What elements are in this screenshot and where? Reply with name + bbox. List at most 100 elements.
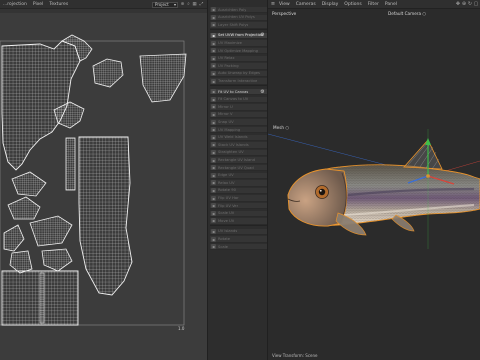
viewport-menu-panel[interactable]: Panel (382, 2, 400, 7)
uv-island-fin-a (11, 171, 47, 197)
command-item[interactable]: ▪ Set UVW from Projection ⚙ (210, 32, 267, 40)
uv-island-fin-c (29, 215, 73, 247)
magnet-icon[interactable]: ⊕ (180, 2, 185, 7)
command-item[interactable]: ▪ Transform Interactive (210, 78, 267, 85)
maximize-icon[interactable]: ▢ (473, 1, 479, 7)
command-label: Scale UV (218, 211, 235, 216)
command-item[interactable]: ▪ Auto Unwrap by Edges (210, 70, 267, 78)
uv-projection-dropdown[interactable]: Project ▾ (152, 1, 178, 8)
command-item[interactable]: ▪ Fit UV to Canvas ⚙ (210, 89, 267, 96)
grid-icon[interactable]: ▦ (192, 2, 197, 7)
command-item[interactable]: ▪ Fit Canvas to UV (210, 96, 267, 103)
command-icon: ▪ (211, 210, 216, 216)
command-item[interactable]: ▪ Flip UV Ver (210, 203, 267, 210)
command-icon: ▪ (211, 70, 216, 76)
command-icon: ▪ (211, 111, 216, 117)
command-label: UV Relax (218, 56, 235, 61)
viewport-menu-display[interactable]: Display (319, 2, 342, 7)
uv-projection-value: Project (155, 1, 169, 7)
command-item[interactable]: ▪ Scale UV (210, 210, 267, 217)
command-item[interactable]: ▪ UV Relax (210, 55, 267, 62)
viewport-menu-view[interactable]: View (276, 2, 293, 7)
command-item[interactable]: ▪ Straighten UV (210, 149, 267, 157)
command-icon: ▪ (211, 195, 216, 201)
command-label: Snap UV (218, 120, 234, 125)
uv-editor-panel: ...rojection Pixel Textures Project ▾ ⊕ … (0, 0, 207, 360)
command-label: UV Packing (218, 63, 239, 68)
command-item[interactable]: ▪ Flip UV Hor (210, 195, 267, 202)
viewport-menu-options[interactable]: Options (341, 2, 364, 7)
command-label: Mirror V (218, 112, 233, 117)
uv-menu-textures[interactable]: Textures (46, 2, 71, 7)
command-item[interactable]: ▪ Rotate 90 (210, 187, 267, 195)
uv-canvas[interactable]: 1.0 (0, 13, 207, 360)
command-item[interactable]: ▪ UV Mapping (210, 127, 267, 134)
command-label: Mirror U (218, 104, 233, 109)
command-icon: ▪ (211, 218, 216, 224)
command-item[interactable]: ▪ Ausrichten UV Polys (210, 14, 267, 21)
command-icon: ▪ (211, 134, 216, 140)
viewport-perspective-label: Perspective (272, 11, 297, 16)
search-icon[interactable]: ⌕ (186, 2, 191, 7)
command-label: UV Mapping (218, 127, 241, 132)
command-label: Flip UV Ver (218, 203, 239, 208)
uv-island-bottom-strip (39, 272, 45, 324)
uv-wireframe (0, 34, 187, 326)
command-label: UV Optimize Mapping (218, 48, 258, 53)
command-item[interactable]: ▪ Rotate (210, 236, 267, 243)
chevron-down-icon: ▾ (173, 1, 176, 7)
command-item[interactable]: ▪ Rectangle UV Island (210, 157, 267, 164)
command-item[interactable]: ▪ Mirror U (210, 104, 267, 111)
command-item[interactable]: ▪ Rectangle UV Quad (210, 165, 267, 172)
viewport-camera-label[interactable]: Default Camera ○ (388, 11, 426, 16)
viewport-menu-cameras[interactable]: Cameras (293, 2, 319, 7)
command-icon: ▪ (211, 127, 216, 133)
uv-island-finlet (92, 58, 124, 88)
command-separator (210, 85, 267, 86)
command-label: Edge UV (218, 173, 234, 178)
command-item[interactable]: ▪ Layer Shift Polys (210, 22, 267, 29)
command-item[interactable]: ▪ UV Maximize (210, 40, 267, 47)
command-label: UV Islands (218, 229, 238, 234)
viewport-object-label: Mesh ○ (273, 125, 290, 130)
command-icon: ▪ (211, 40, 216, 46)
uv-island-fin-e (41, 248, 73, 272)
command-label: Transform Interactive (218, 79, 258, 84)
fish-model (268, 129, 480, 249)
uv-menu-pixel[interactable]: Pixel (30, 2, 46, 7)
command-icon: ▪ (211, 96, 216, 102)
uv-menu-projection[interactable]: ...rojection (0, 2, 30, 7)
command-item[interactable]: ▪ Relax UV (210, 180, 267, 187)
command-icon: ▪ (211, 244, 216, 250)
command-item[interactable]: ▪ Scale (210, 244, 267, 251)
command-icon: ▪ (211, 89, 216, 95)
command-icon: ▪ (211, 149, 216, 155)
command-item[interactable]: ▪ Snap UV (210, 119, 267, 126)
uv-menubar: ...rojection Pixel Textures Project ▾ ⊕ … (0, 0, 207, 9)
viewport-3d[interactable]: Perspective Default Camera ○ Mesh ○ View… (268, 9, 480, 360)
command-icon: ▪ (211, 165, 216, 171)
command-item[interactable]: ▪ UV Islands (210, 228, 267, 236)
command-item[interactable]: ▪ Edge UV (210, 172, 267, 179)
command-label: Rectangle UV Island (218, 158, 255, 163)
command-item[interactable]: ▪ UV Weld Islands (210, 134, 267, 141)
command-item[interactable]: ▪ UV Packing (210, 63, 267, 70)
gear-icon[interactable]: ⚙ (260, 33, 265, 38)
uv-island-tail-fan (139, 53, 187, 103)
command-icon: ▪ (211, 180, 216, 186)
command-item[interactable]: ▪ Mirror V (210, 111, 267, 119)
command-label: Layer Shift Polys (218, 22, 249, 27)
uv-scale-label: 1.0 (178, 326, 185, 331)
command-icon: ▪ (211, 7, 216, 13)
gear-icon[interactable]: ⚙ (260, 89, 265, 95)
command-item[interactable]: ▪ Ausrichten Poly (210, 7, 267, 14)
command-icon: ▪ (211, 14, 216, 20)
command-item[interactable]: ▪ Move UV (210, 218, 267, 225)
command-icon: ▪ (211, 22, 216, 28)
command-item[interactable]: ▪ Stack UV Islands (210, 142, 267, 149)
command-item[interactable]: ▪ UV Optimize Mapping (210, 48, 267, 55)
expand-icon[interactable]: ⤢ (199, 2, 204, 7)
viewport-menu-filter[interactable]: Filter (365, 2, 382, 7)
viewport-menubar: ≡ View Cameras Display Options Filter Pa… (268, 0, 480, 9)
command-label: Rotate (218, 237, 231, 242)
